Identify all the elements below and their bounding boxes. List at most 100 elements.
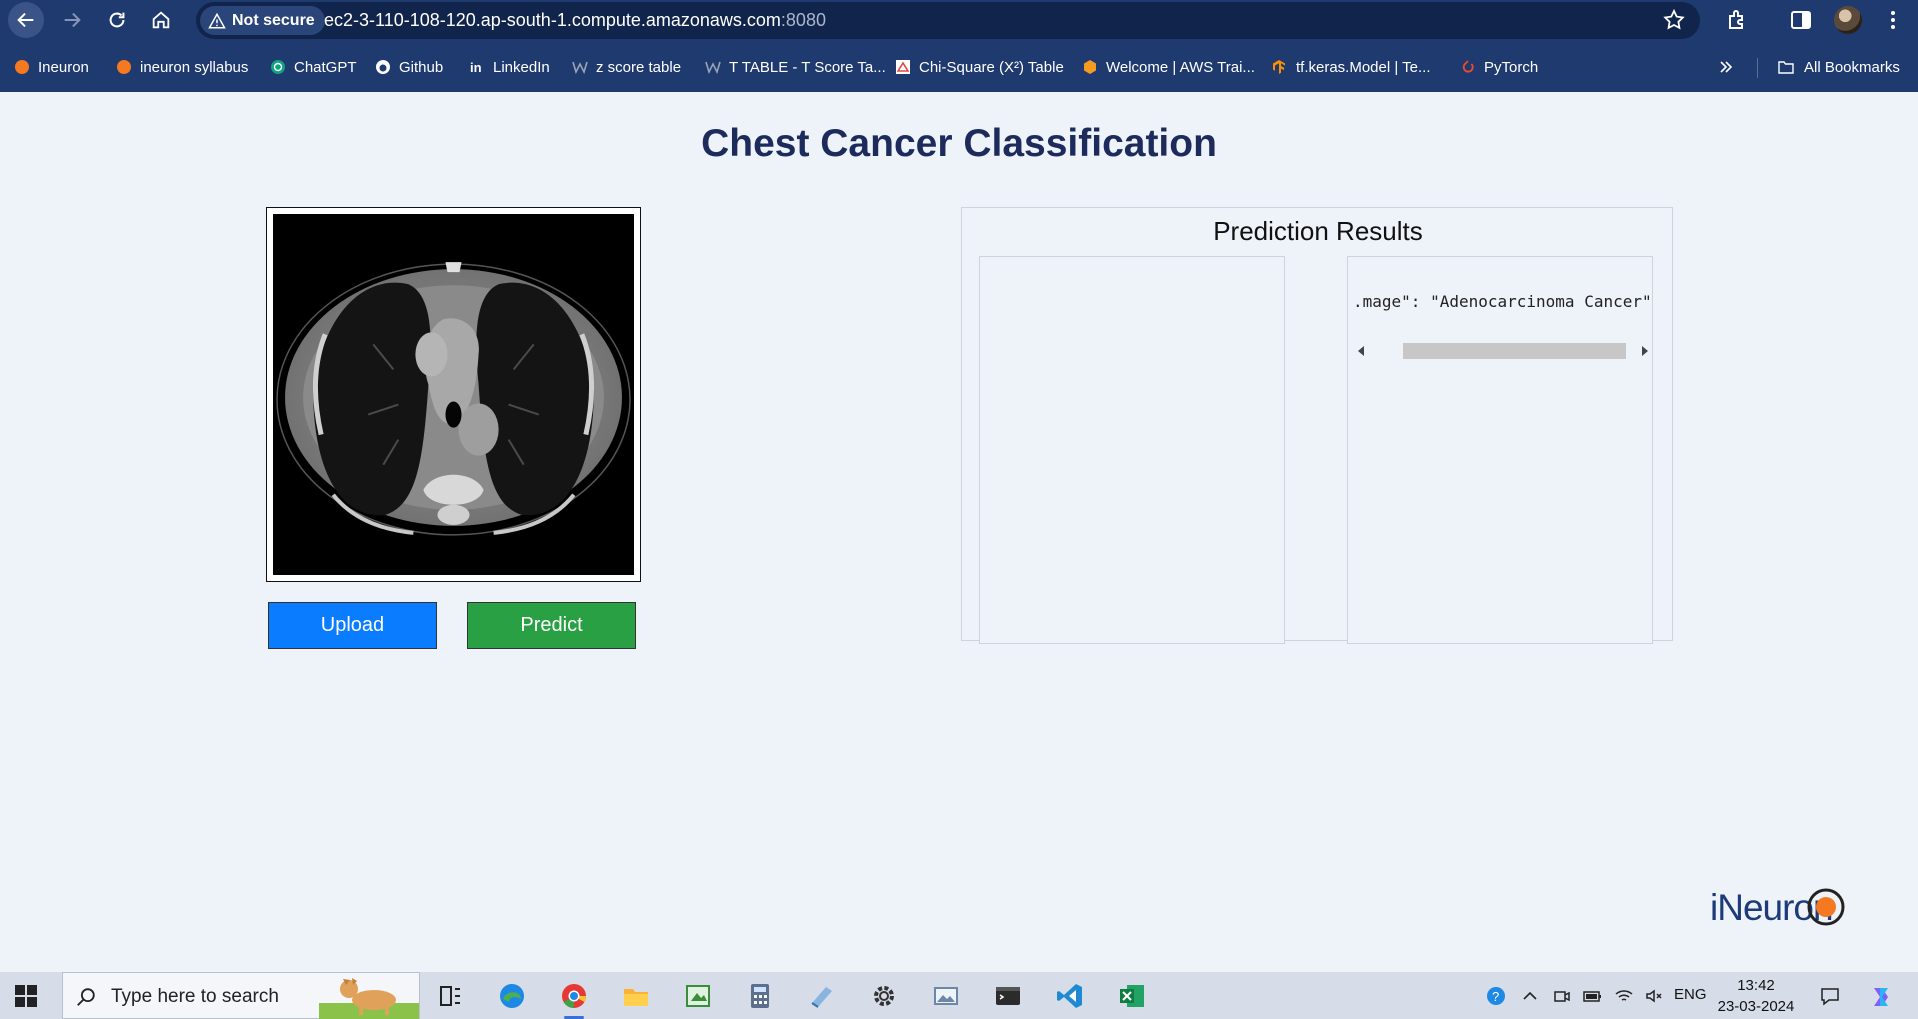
folder-icon: [624, 989, 648, 1006]
back-button[interactable]: [8, 2, 44, 38]
bookmark-label: LinkedIn: [493, 58, 550, 76]
side-panel-icon: [1791, 11, 1811, 29]
kebab-menu-icon: [1891, 11, 1895, 29]
browser-toolbar: Not secure ec2-3-110-108-120.ap-south-1.…: [0, 0, 1918, 92]
bookmark-label: Github: [399, 58, 444, 76]
bookmarks-bar: Ineuron ineuron syllabus ChatGPT Github …: [0, 50, 1918, 84]
edge-icon: [500, 984, 524, 1008]
battery-icon[interactable]: [1582, 986, 1602, 1006]
volume-muted-icon[interactable]: [1644, 986, 1664, 1006]
bookmark-t-table[interactable]: T TABLE - T Score Ta...: [705, 54, 886, 80]
aws-favicon-icon: [1084, 60, 1096, 74]
ineuron-favicon-icon: [117, 60, 131, 74]
excel-taskbar-app[interactable]: [1114, 978, 1150, 1014]
url-host: ec2-3-110-108-120.ap-south-1.compute.ama…: [324, 10, 781, 30]
side-panel-button[interactable]: [1788, 7, 1814, 33]
help-icon[interactable]: ?: [1486, 986, 1506, 1006]
upload-button[interactable]: Upload: [268, 602, 437, 649]
search-icon: [77, 988, 95, 1006]
clock-date: 23-03-2024: [1717, 998, 1795, 1015]
results-json-box[interactable]: .mage": "Adenocarcinoma Cancer": [1347, 256, 1653, 644]
edge-taskbar-app[interactable]: [494, 978, 530, 1014]
ineuron-favicon-icon: [15, 60, 29, 74]
w-favicon-icon: [572, 61, 588, 75]
terminal-icon: [996, 987, 1020, 1005]
warning-triangle-icon: [208, 12, 226, 28]
settings-taskbar-app[interactable]: [866, 978, 902, 1014]
excel-icon: [1120, 985, 1144, 1007]
svg-text:?: ?: [1492, 989, 1499, 1004]
terminal-taskbar-app[interactable]: [990, 978, 1026, 1014]
home-icon: [152, 11, 170, 29]
bookmark-github[interactable]: Github: [375, 54, 443, 80]
chrome-taskbar-app[interactable]: [556, 978, 592, 1019]
chevron-double-right-icon: [1720, 61, 1733, 73]
scrollbar-thumb[interactable]: [1403, 343, 1626, 359]
all-bookmarks-button[interactable]: All Bookmarks: [1776, 54, 1900, 80]
reload-button[interactable]: [99, 2, 135, 38]
taskbar-search-box[interactable]: Type here to search: [62, 972, 420, 1019]
bookmark-label: PyTorch: [1484, 58, 1539, 76]
windows-start-icon[interactable]: [14, 984, 38, 1008]
forward-button[interactable]: [54, 2, 90, 38]
back-arrow-icon: [17, 12, 34, 28]
bookmark-linkedin[interactable]: in LinkedIn: [469, 54, 550, 80]
home-button[interactable]: [143, 2, 179, 38]
file-explorer-taskbar-app[interactable]: [618, 978, 654, 1014]
windows-taskbar: Type here to search ? ENG 13:42 23-03-20…: [0, 972, 1918, 1019]
not-secure-label: Not secure: [232, 11, 315, 29]
menu-button[interactable]: [1880, 7, 1906, 33]
bookmarks-divider: [1757, 58, 1758, 78]
bookmark-ineuron[interactable]: Ineuron: [14, 54, 89, 80]
site-info-chip[interactable]: Not secure: [200, 6, 325, 35]
results-title: Prediction Results: [1213, 216, 1423, 246]
vscode-taskbar-app[interactable]: [1052, 978, 1088, 1014]
bookmark-label: ineuron syllabus: [140, 58, 249, 76]
language-indicator[interactable]: ENG: [1674, 986, 1707, 1003]
paint-icon: [686, 985, 710, 1007]
vscode-icon: [1057, 984, 1082, 1008]
extensions-button[interactable]: [1724, 7, 1750, 33]
svg-text:in: in: [470, 60, 482, 75]
bookmark-ineuron-syllabus[interactable]: ineuron syllabus: [116, 54, 248, 80]
bookmark-label: ChatGPT: [294, 58, 357, 76]
address-bar[interactable]: Not secure ec2-3-110-108-120.ap-south-1.…: [196, 2, 1700, 39]
bookmark-label: z score table: [596, 58, 682, 76]
wifi-icon[interactable]: [1614, 986, 1634, 1006]
photos-icon: [934, 987, 958, 1005]
bookmark-tf-keras-model[interactable]: tf.keras.Model | Te...: [1272, 54, 1431, 80]
paint-taskbar-app[interactable]: [680, 978, 716, 1014]
meet-now-icon[interactable]: [1552, 986, 1572, 1006]
url-text[interactable]: ec2-3-110-108-120.ap-south-1.compute.ama…: [324, 10, 826, 31]
bookmark-chatgpt[interactable]: ChatGPT: [270, 54, 357, 80]
more-bookmarks-button[interactable]: [1718, 54, 1734, 80]
scroll-right-arrow-icon[interactable]: [1642, 346, 1648, 356]
bookmark-star-icon[interactable]: [1662, 8, 1686, 32]
bookmark-chi-square-table[interactable]: Chi-Square (X²) Table: [895, 54, 1064, 80]
copilot-icon[interactable]: [1868, 984, 1894, 1010]
bookmark-label: Welcome | AWS Trai...: [1106, 58, 1255, 76]
search-highlight-dog-icon: [319, 978, 419, 1019]
predict-button[interactable]: Predict: [467, 602, 636, 649]
search-placeholder: Type here to search: [111, 986, 279, 1007]
notifications-icon[interactable]: [1820, 986, 1840, 1006]
scroll-left-arrow-icon[interactable]: [1358, 346, 1364, 356]
chi-favicon-icon: [896, 60, 910, 74]
bookmark-z-score-table[interactable]: z score table: [572, 54, 681, 80]
task-view-button[interactable]: [432, 978, 468, 1014]
horizontal-scrollbar[interactable]: [1358, 342, 1648, 360]
bookmark-pytorch[interactable]: PyTorch: [1460, 54, 1538, 80]
web-page: Chest Cancer Classification Upload Predi…: [0, 92, 1918, 972]
url-port: :8080: [780, 10, 826, 30]
prediction-json-text: .mage": "Adenocarcinoma Cancer": [1353, 292, 1652, 311]
calculator-icon: [751, 984, 769, 1008]
bookmark-label: T TABLE - T Score Ta...: [729, 58, 886, 76]
chevron-up-icon[interactable]: [1520, 986, 1540, 1006]
profile-avatar[interactable]: [1834, 6, 1862, 34]
notes-taskbar-app[interactable]: [804, 978, 840, 1014]
photos-taskbar-app[interactable]: [928, 978, 964, 1014]
bookmark-aws-training[interactable]: Welcome | AWS Trai...: [1082, 54, 1255, 80]
system-clock[interactable]: 13:42 23-03-2024: [1716, 975, 1796, 1017]
calculator-taskbar-app[interactable]: [742, 978, 778, 1014]
github-favicon-icon: [376, 60, 390, 74]
